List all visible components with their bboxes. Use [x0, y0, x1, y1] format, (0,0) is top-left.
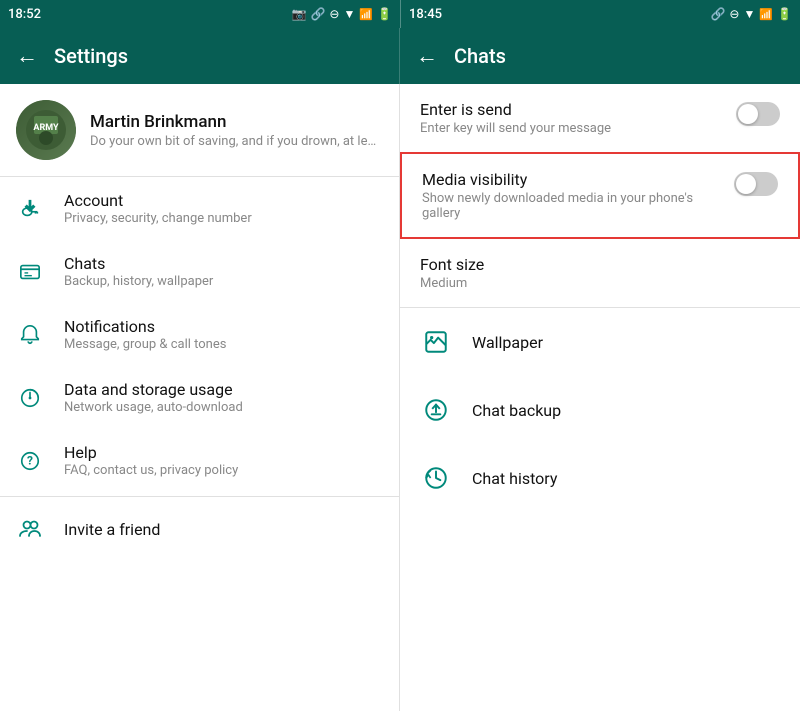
- data-storage-sublabel: Network usage, auto-download: [64, 400, 383, 415]
- chats-settings-panel: Enter is send Enter key will send your m…: [400, 84, 800, 711]
- media-toggle-knob: [736, 174, 756, 194]
- menu-item-chats[interactable]: Chats Backup, history, wallpaper: [0, 240, 399, 303]
- account-label: Account: [64, 191, 383, 210]
- chat-backup-label: Chat backup: [472, 401, 561, 420]
- settings-back-button[interactable]: ←: [16, 43, 38, 69]
- signal-icon: 📶: [359, 8, 373, 21]
- media-visibility-sublabel: Show newly downloaded media in your phon…: [422, 191, 718, 221]
- wifi2-icon: ▼: [743, 7, 755, 21]
- account-icon: [16, 195, 44, 223]
- account-text: Account Privacy, security, change number: [64, 191, 383, 226]
- wifi-icon: ▼: [343, 7, 355, 21]
- media-visibility-row[interactable]: Media visibility Show newly downloaded m…: [400, 152, 800, 239]
- left-status-icons: 📷 🔗 ⊖ ▼ 📶 🔋: [291, 7, 392, 21]
- profile-row[interactable]: ARMY Martin Brinkmann Do your own bit of…: [0, 84, 399, 177]
- link2-icon: 🔗: [710, 7, 725, 21]
- chats-header: ← Chats: [400, 28, 800, 84]
- enter-is-send-text: Enter is send Enter key will send your m…: [420, 100, 611, 136]
- enter-is-send-label: Enter is send: [420, 100, 611, 119]
- media-visibility-text: Media visibility Show newly downloaded m…: [422, 170, 718, 221]
- settings-panel: ARMY Martin Brinkmann Do your own bit of…: [0, 84, 400, 711]
- link-icon: 🔗: [310, 7, 325, 21]
- menu-item-invite[interactable]: Invite a friend: [0, 501, 399, 557]
- chat-backup-icon: [420, 394, 452, 426]
- status-bar-left: 18:52 📷 🔗 ⊖ ▼ 📶 🔋: [0, 7, 400, 22]
- notifications-icon: [16, 321, 44, 349]
- chats-back-button[interactable]: ←: [416, 43, 438, 69]
- status-bar: 18:52 📷 🔗 ⊖ ▼ 📶 🔋 18:45 🔗 ⊖ ▼ 📶 🔋: [0, 0, 800, 28]
- invite-text: Invite a friend: [64, 520, 383, 539]
- notifications-sublabel: Message, group & call tones: [64, 337, 383, 352]
- svg-text:?: ?: [27, 453, 33, 467]
- chat-history-icon: [420, 462, 452, 494]
- avatar-image: ARMY: [26, 110, 66, 150]
- chat-history-label: Chat history: [472, 469, 557, 488]
- right-status-icons: 🔗 ⊖ ▼ 📶 🔋: [710, 7, 792, 21]
- menu-divider: [0, 496, 399, 497]
- profile-info: Martin Brinkmann Do your own bit of savi…: [90, 112, 383, 149]
- notifications-label: Notifications: [64, 317, 383, 336]
- chats-menu-sublabel: Backup, history, wallpaper: [64, 274, 383, 289]
- menu-item-data-storage[interactable]: Data and storage usage Network usage, au…: [0, 366, 399, 429]
- profile-status: Do your own bit of saving, and if you dr…: [90, 134, 383, 149]
- battery-icon: 🔋: [377, 7, 392, 21]
- settings-header: ← Settings: [0, 28, 400, 84]
- account-sublabel: Privacy, security, change number: [64, 211, 383, 226]
- chats-icon: [16, 258, 44, 286]
- data-storage-icon: [16, 384, 44, 412]
- status-bar-right: 18:45 🔗 ⊖ ▼ 📶 🔋: [401, 7, 800, 22]
- help-icon: ?: [16, 447, 44, 475]
- menu-item-help[interactable]: ? Help FAQ, contact us, privacy policy: [0, 429, 399, 492]
- media-visibility-toggle[interactable]: [734, 172, 778, 196]
- help-text: Help FAQ, contact us, privacy policy: [64, 443, 383, 478]
- enter-is-send-toggle[interactable]: [736, 102, 780, 126]
- headers: ← Settings ← Chats: [0, 28, 800, 84]
- chats-menu-label: Chats: [64, 254, 383, 273]
- data-storage-text: Data and storage usage Network usage, au…: [64, 380, 383, 415]
- left-time: 18:52: [8, 7, 41, 22]
- chats-title: Chats: [454, 44, 506, 68]
- signal2-icon: 📶: [759, 8, 773, 21]
- enter-is-send-row[interactable]: Enter is send Enter key will send your m…: [400, 84, 800, 152]
- battery2-icon: 🔋: [777, 7, 792, 21]
- profile-name: Martin Brinkmann: [90, 112, 383, 132]
- main-content: ARMY Martin Brinkmann Do your own bit of…: [0, 84, 800, 711]
- invite-icon: [16, 515, 44, 543]
- font-size-label: Font size: [420, 255, 780, 274]
- settings-title: Settings: [54, 44, 128, 68]
- minus-circle-icon: ⊖: [329, 7, 339, 21]
- chats-text: Chats Backup, history, wallpaper: [64, 254, 383, 289]
- wallpaper-label: Wallpaper: [472, 333, 543, 352]
- minus2-icon: ⊖: [729, 7, 739, 21]
- font-size-row[interactable]: Font size Medium: [400, 239, 800, 307]
- help-sublabel: FAQ, contact us, privacy policy: [64, 463, 383, 478]
- wallpaper-icon: [420, 326, 452, 358]
- data-storage-label: Data and storage usage: [64, 380, 383, 399]
- help-label: Help: [64, 443, 383, 462]
- font-size-value: Medium: [420, 276, 780, 291]
- invite-label: Invite a friend: [64, 520, 383, 539]
- enter-is-send-sublabel: Enter key will send your message: [420, 121, 611, 136]
- chat-backup-row[interactable]: Chat backup: [400, 376, 800, 444]
- avatar: ARMY: [16, 100, 76, 160]
- chat-history-row[interactable]: Chat history: [400, 444, 800, 512]
- toggle-knob: [738, 104, 758, 124]
- right-time: 18:45: [409, 7, 442, 22]
- wallpaper-row[interactable]: Wallpaper: [400, 308, 800, 376]
- media-visibility-label: Media visibility: [422, 170, 718, 189]
- notifications-text: Notifications Message, group & call tone…: [64, 317, 383, 352]
- menu-item-account[interactable]: Account Privacy, security, change number: [0, 177, 399, 240]
- menu-item-notifications[interactable]: Notifications Message, group & call tone…: [0, 303, 399, 366]
- camera-icon: 📷: [291, 7, 306, 21]
